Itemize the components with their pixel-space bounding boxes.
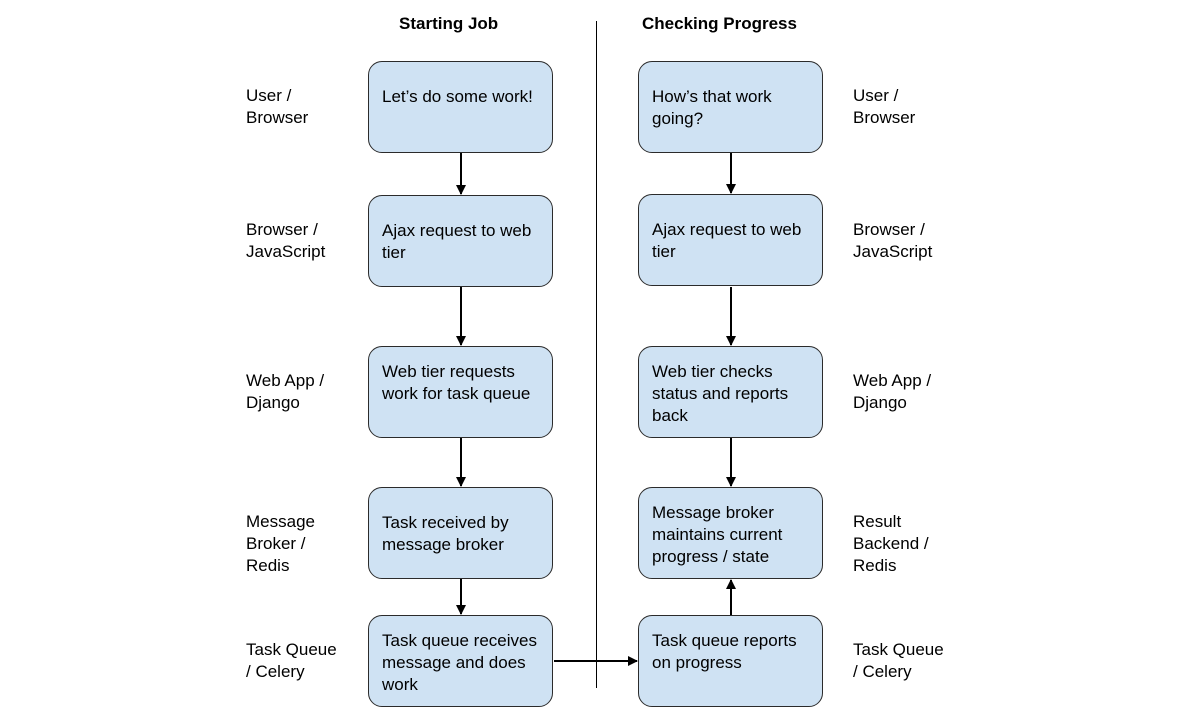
connector-arrows <box>456 153 736 666</box>
